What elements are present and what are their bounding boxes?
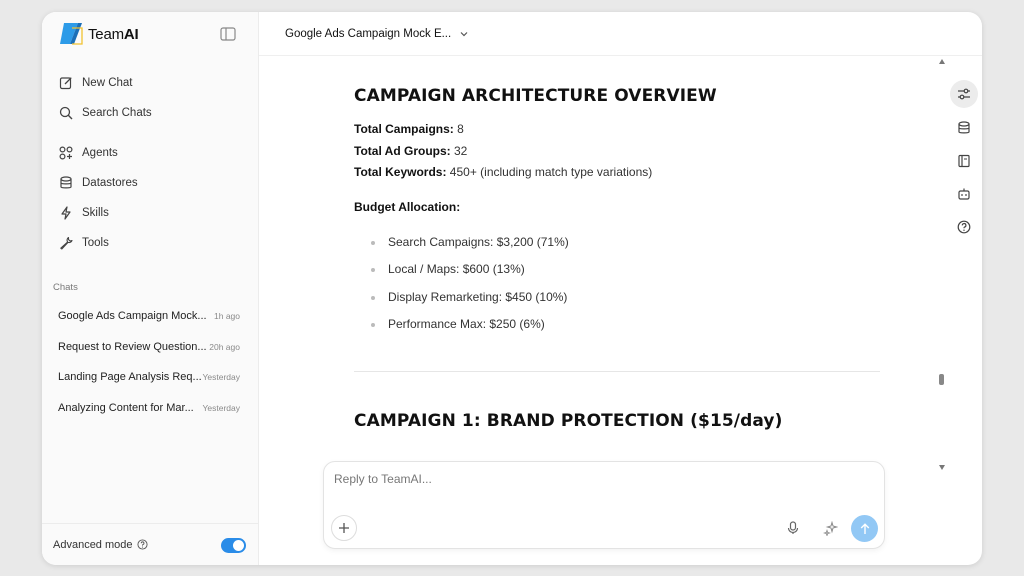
- advanced-mode-label: Advanced mode: [53, 538, 133, 551]
- nav-label: Tools: [82, 237, 109, 249]
- database-icon: [58, 175, 74, 191]
- nav-label: Datastores: [82, 177, 138, 189]
- nav-new-chat[interactable]: New Chat: [42, 68, 258, 98]
- nav-label: New Chat: [82, 77, 133, 89]
- plus-icon: [339, 523, 349, 533]
- agents-icon: [58, 145, 74, 161]
- robot-icon: [958, 188, 970, 200]
- section-heading: CAMPAIGN ARCHITECTURE OVERVIEW: [354, 86, 717, 106]
- lightning-icon: [58, 205, 74, 221]
- help-icon: [957, 220, 971, 234]
- stats-list: Total Campaigns: 8 Total Ad Groups: 32 T…: [354, 119, 880, 184]
- divider: [354, 370, 880, 372]
- chevron-down-icon: [460, 31, 468, 36]
- campaign-heading-budget: ($15/day): [684, 410, 783, 431]
- sparkle-icon: [822, 520, 838, 536]
- budget-allocation-label: Budget Allocation:: [354, 199, 461, 214]
- campaign-heading: CAMPAIGN 1: BRAND PROTECTION ($15/day): [354, 411, 880, 431]
- nav-datastores[interactable]: Datastores: [42, 168, 258, 198]
- rail-agent-button[interactable]: [950, 180, 978, 208]
- notebook-icon: [958, 154, 970, 168]
- sidebar-nav: New Chat Search Chats Agents Datastores: [42, 68, 258, 258]
- nav-label: Agents: [82, 147, 118, 159]
- budget-item: Display Remarketing: $450 (10%): [354, 284, 880, 312]
- stat-value: 8: [453, 122, 464, 136]
- scroll-up-arrow-icon[interactable]: [939, 59, 945, 64]
- toggle-knob: [233, 540, 244, 551]
- rail-settings-button[interactable]: [950, 80, 978, 108]
- stat-label: Total Ad Groups:: [354, 143, 451, 158]
- chat-title-dropdown[interactable]: Google Ads Campaign Mock E...: [285, 28, 470, 40]
- right-tool-rail: [946, 56, 982, 565]
- rail-datastore-button[interactable]: [950, 114, 978, 142]
- brand[interactable]: TeamAI: [58, 20, 139, 48]
- microphone-button[interactable]: [781, 516, 805, 540]
- stat-value: 450+ (including match type variations): [446, 165, 653, 179]
- scroll-down-arrow-icon[interactable]: [939, 465, 945, 470]
- chat-age: Yesterday: [202, 402, 241, 413]
- chat-list-item[interactable]: Analyzing Content for Mar... Yesterday: [42, 393, 258, 424]
- chat-list-item[interactable]: Google Ads Campaign Mock... 1h ago: [42, 301, 258, 332]
- chat-title: Google Ads Campaign Mock...: [58, 310, 207, 323]
- rail-notebook-button[interactable]: [950, 147, 978, 175]
- stat-row: Total Campaigns: 8: [354, 119, 880, 141]
- brand-prefix: Team: [88, 25, 124, 43]
- sidebar: TeamAI New Chat Search Chats Agents Data…: [42, 12, 259, 565]
- campaign-heading-main: CAMPAIGN 1: BRAND PROTECTION: [354, 410, 685, 431]
- chat-age: 1h ago: [214, 311, 240, 322]
- main-panel: Google Ads Campaign Mock E... CAMPAIGN A…: [259, 12, 982, 565]
- microphone-icon: [787, 521, 799, 534]
- nav-search-chats[interactable]: Search Chats: [42, 98, 258, 128]
- chat-list-item[interactable]: Landing Page Analysis Req... Yesterday: [42, 362, 258, 393]
- attach-button[interactable]: [331, 515, 357, 541]
- nav-skills[interactable]: Skills: [42, 198, 258, 228]
- topbar: Google Ads Campaign Mock E...: [259, 12, 982, 56]
- stat-row: Total Keywords: 450+ (including match ty…: [354, 162, 880, 184]
- scrollbar-thumb[interactable]: [939, 374, 944, 385]
- nav-agents[interactable]: Agents: [42, 138, 258, 168]
- enhance-prompt-button[interactable]: [818, 516, 842, 540]
- arrow-up-icon: [860, 522, 869, 534]
- chat-age: 20h ago: [209, 341, 240, 352]
- database-icon: [958, 121, 970, 134]
- budget-item: Local / Maps: $600 (13%): [354, 256, 880, 284]
- search-icon: [58, 105, 74, 121]
- app-window: TeamAI New Chat Search Chats Agents Data…: [42, 12, 982, 565]
- brand-name: TeamAI: [88, 26, 139, 43]
- reply-input[interactable]: [334, 472, 864, 502]
- advanced-mode-bar: Advanced mode: [42, 523, 258, 565]
- chat-list: Google Ads Campaign Mock... 1h ago Reque…: [42, 301, 258, 423]
- chat-list-item[interactable]: Request to Review Question... 20h ago: [42, 332, 258, 363]
- advanced-mode-toggle[interactable]: [221, 538, 246, 553]
- document-content: CAMPAIGN ARCHITECTURE OVERVIEW Total Cam…: [354, 86, 880, 431]
- settings-sliders-icon: [958, 88, 970, 100]
- budget-list: Search Campaigns: $3,200 (71%) Local / M…: [354, 229, 880, 339]
- stat-value: 32: [450, 143, 468, 158]
- nav-label: Search Chats: [82, 107, 152, 119]
- rail-help-button[interactable]: [950, 213, 978, 241]
- chat-title: Request to Review Question...: [58, 340, 207, 353]
- stat-row: Total Ad Groups: 32: [354, 141, 880, 163]
- brand-suffix: AI: [123, 25, 139, 43]
- send-button[interactable]: [851, 515, 878, 542]
- stat-label: Total Keywords:: [354, 165, 447, 179]
- edit-icon: [58, 75, 74, 91]
- budget-item: Search Campaigns: $3,200 (71%): [354, 229, 880, 257]
- nav-tools[interactable]: Tools: [42, 228, 258, 258]
- chat-title: Analyzing Content for Mar...: [58, 401, 194, 414]
- chat-title-text: Google Ads Campaign Mock E...: [285, 27, 452, 40]
- budget-item: Performance Max: $250 (6%): [354, 311, 880, 339]
- help-icon[interactable]: [136, 539, 148, 550]
- nav-label: Skills: [82, 207, 109, 219]
- chat-age: Yesterday: [202, 372, 241, 383]
- chat-title: Landing Page Analysis Req...: [58, 371, 202, 384]
- chats-section-label: Chats: [53, 282, 78, 293]
- reply-composer: [323, 461, 885, 549]
- sidebar-collapse-icon[interactable]: [220, 27, 236, 41]
- teamai-logo-icon: [60, 23, 83, 45]
- wrench-icon: [58, 235, 74, 251]
- stat-label: Total Campaigns:: [354, 122, 454, 136]
